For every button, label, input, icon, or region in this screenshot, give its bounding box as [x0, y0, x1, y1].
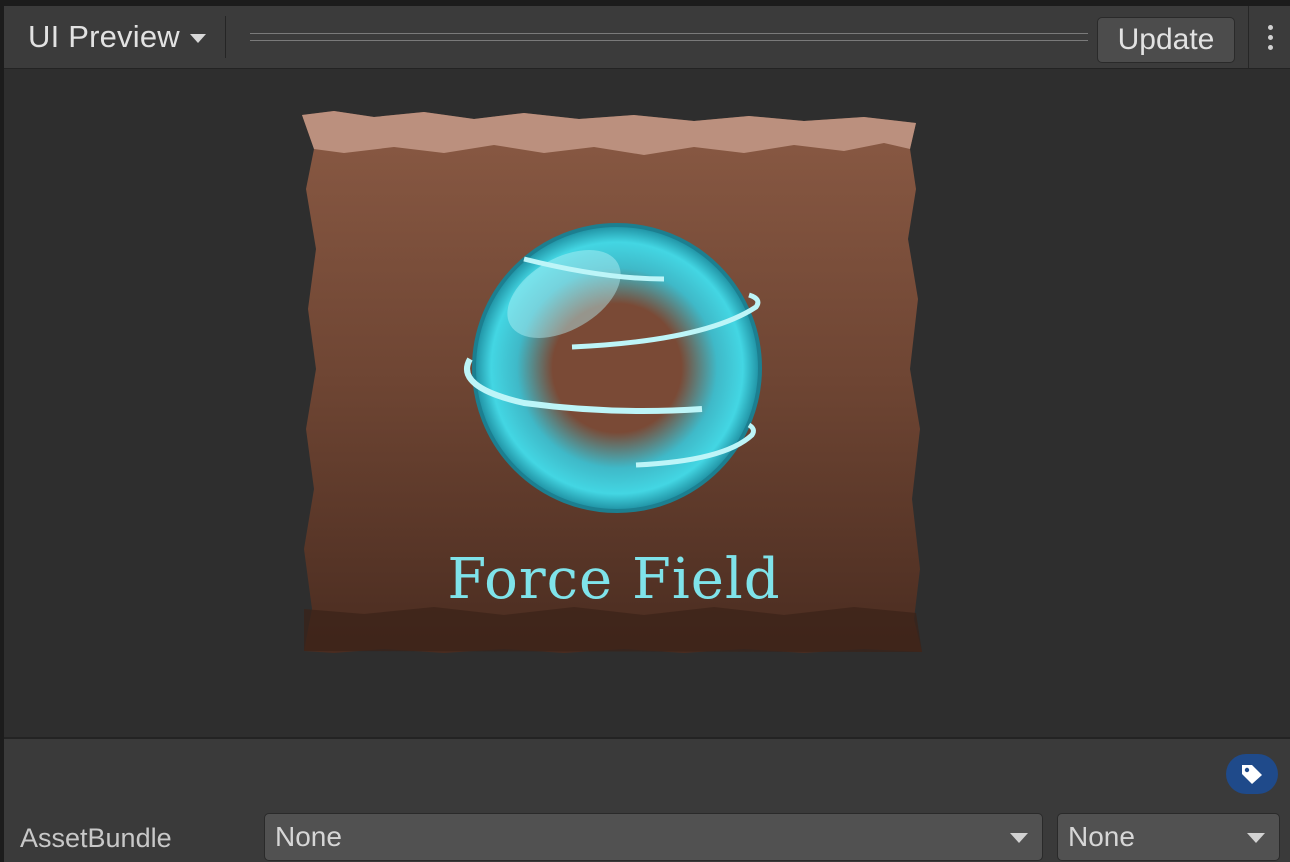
toolbar: UI Preview Update: [4, 6, 1290, 69]
assetbundle-name-dropdown[interactable]: None: [264, 813, 1043, 861]
preview-type-dropdown[interactable]: UI Preview: [14, 16, 226, 58]
update-button[interactable]: Update: [1097, 17, 1235, 63]
chevron-down-icon: [1247, 833, 1265, 843]
drag-handle-line[interactable]: [250, 33, 1088, 34]
ui-preview-window: UI Preview Update Force Field AssetBundl…: [4, 6, 1290, 862]
assetbundle-label: AssetBundle: [20, 823, 172, 853]
asset-title-text: Force Field: [447, 547, 781, 612]
assetbundle-section: AssetBundle None None: [4, 737, 1290, 862]
parchment-bottom-shade: [304, 607, 922, 652]
assetbundle-name-value: None: [275, 821, 342, 852]
tag-icon[interactable]: [1226, 754, 1278, 794]
chevron-down-icon: [1010, 833, 1028, 843]
assetbundle-variant-value: None: [1068, 821, 1135, 852]
preview-type-label: UI Preview: [28, 19, 180, 54]
drag-handle-line[interactable]: [250, 40, 1088, 41]
asset-preview-image: [302, 111, 922, 653]
chevron-down-icon: [189, 33, 206, 43]
preview-area: Force Field: [4, 69, 1290, 737]
assetbundle-variant-dropdown[interactable]: None: [1057, 813, 1280, 861]
kebab-menu-icon[interactable]: [1260, 20, 1280, 60]
toolbar-divider: [1248, 6, 1249, 68]
